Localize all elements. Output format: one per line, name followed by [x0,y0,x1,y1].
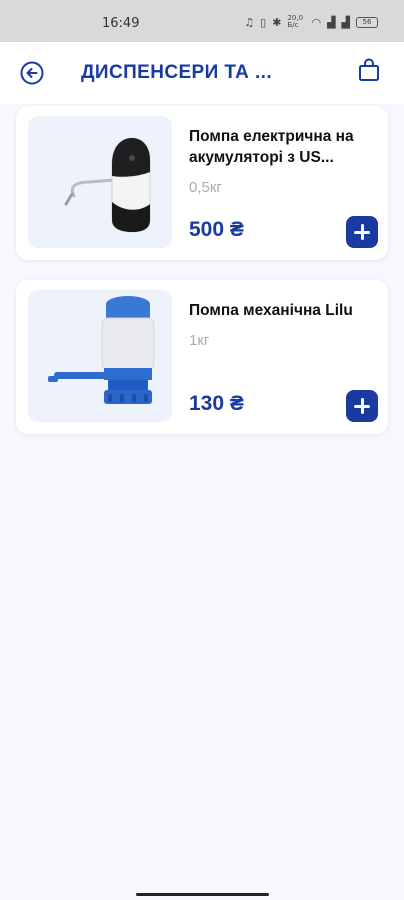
bluetooth-icon: ✱ [272,15,282,29]
add-to-cart-button[interactable] [346,390,378,422]
product-price: 500 ₴ [189,218,244,241]
add-to-cart-button[interactable] [346,216,378,248]
product-card[interactable]: Помпа електрична на акумуляторі з US... … [16,106,388,260]
page-title: ДИСПЕНСЕРИ ТА ... [81,62,273,83]
vibrate-icon: ▯ [260,15,267,29]
battery-icon: 56 [356,16,378,28]
product-name[interactable]: Помпа електрична на акумуляторі з US... [189,126,377,168]
status-icons: ♫ ▯ ✱ 20,0 Б/с ◠ ▟ ▟ 56 [244,15,378,29]
shopping-bag-icon [359,58,379,81]
status-time: 16:49 [102,16,140,31]
app-header: ДИСПЕНСЕРИ ТА ... [0,42,404,104]
product-image[interactable] [28,290,172,422]
product-card[interactable]: Помпа механічна Lilu 1кг 130 ₴ [16,280,388,434]
product-price: 130 ₴ [189,392,244,415]
home-indicator[interactable] [136,893,269,896]
back-button[interactable] [20,61,44,85]
signal-icon: ▟ [341,15,350,29]
back-arrow-icon [20,61,44,85]
headphones-icon: ♫ [244,15,255,29]
signal-icon: ▟ [327,15,336,29]
electric-pump-image [64,137,151,233]
product-weight: 0,5кг [189,179,222,196]
network-speed: 20,0 Б/с [287,14,304,29]
product-weight: 1кг [189,332,210,349]
status-bar: 16:49 ♫ ▯ ✱ 20,0 Б/с ◠ ▟ ▟ 56 [0,0,404,42]
cart-button[interactable] [357,57,381,83]
product-image[interactable] [28,116,172,248]
mechanical-pump-image [48,296,155,404]
wifi-icon: ◠ [311,15,322,29]
product-name[interactable]: Помпа механічна Lilu [189,300,377,321]
